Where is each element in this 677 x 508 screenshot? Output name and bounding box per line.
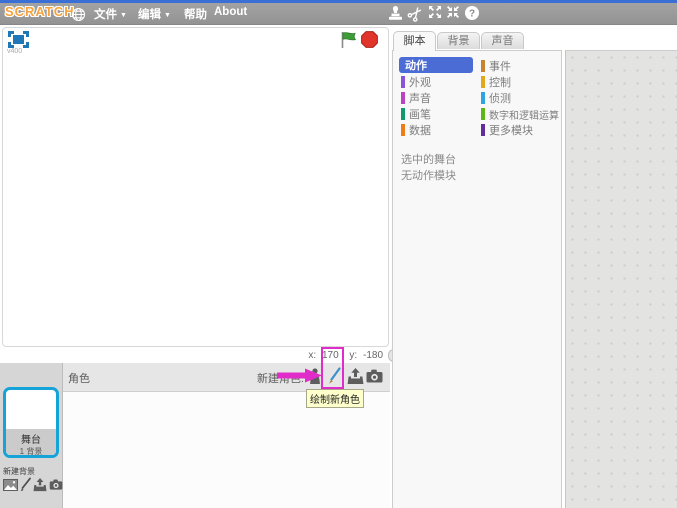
mouse-coordinates: x: 170 y: -180: [305, 350, 383, 361]
category-pen-label: 画笔: [409, 106, 431, 122]
green-flag-icon[interactable]: [340, 31, 358, 54]
sprite-pane-title: 角色: [68, 370, 90, 386]
menu-file-label: 文件: [94, 9, 117, 21]
annotation-highlight-rect: [321, 347, 344, 389]
category-sound-label: 声音: [409, 90, 431, 106]
camera-sprite-icon[interactable]: [365, 366, 383, 386]
category-sound-swatch: [401, 92, 405, 104]
palette-selection-title: 选中的舞台: [401, 151, 456, 167]
delete-scissors-icon[interactable]: [408, 5, 424, 21]
category-looks-label: 外观: [409, 74, 431, 90]
tab-backdrops[interactable]: 背景: [437, 32, 480, 49]
backdrop-library-icon[interactable]: [3, 477, 18, 492]
scratch-editor-window: SCRATCH 文件▼ 编辑▼ 帮助 About: [0, 0, 677, 508]
coord-x-label: x:: [308, 350, 316, 361]
category-motion[interactable]: 动作: [399, 57, 473, 73]
category-control-label: 控制: [489, 74, 511, 90]
language-globe-icon[interactable]: [71, 7, 86, 27]
duplicate-stamp-icon[interactable]: [388, 5, 404, 21]
category-operators-swatch: [481, 108, 485, 120]
category-more-blocks[interactable]: 更多模块: [481, 123, 533, 137]
menu-edit[interactable]: 编辑▼: [138, 6, 171, 22]
category-events[interactable]: 事件: [481, 59, 511, 73]
menu-about[interactable]: About: [214, 6, 247, 18]
category-operators-label: 数字和逻辑运算: [489, 107, 559, 122]
menu-file[interactable]: 文件▼: [94, 6, 127, 22]
menu-about-label: About: [214, 6, 247, 18]
stage-thumbnail-label: 舞台 1 背景: [6, 429, 56, 455]
coord-y-value: -180: [363, 350, 383, 361]
grow-icon[interactable]: [428, 5, 444, 21]
category-data-label: 数据: [409, 122, 431, 138]
backdrop-count: 1 背景: [6, 446, 56, 457]
category-sound[interactable]: 声音: [401, 91, 431, 105]
new-backdrop-label: 新建背景: [3, 466, 35, 477]
block-help-icon[interactable]: ?: [464, 5, 480, 21]
scripts-workspace[interactable]: [565, 50, 677, 508]
category-control-swatch: [481, 76, 485, 88]
category-events-label: 事件: [489, 58, 511, 74]
category-operators[interactable]: 数字和逻辑运算: [481, 107, 559, 121]
category-sensing[interactable]: 侦测: [481, 91, 511, 105]
tab-scripts[interactable]: 脚本: [393, 31, 436, 51]
stop-sign-icon[interactable]: [361, 31, 378, 53]
category-pen[interactable]: 画笔: [401, 107, 431, 121]
caret-down-icon: ▼: [120, 12, 127, 19]
annotation-arrow-icon: [277, 368, 323, 388]
category-control[interactable]: 控制: [481, 75, 511, 89]
category-looks[interactable]: 外观: [401, 75, 431, 89]
tab-sounds[interactable]: 声音: [481, 32, 524, 49]
upload-sprite-icon[interactable]: [346, 366, 364, 386]
svg-text:?: ?: [469, 9, 475, 20]
paint-new-backdrop-icon[interactable]: [18, 477, 33, 492]
coord-y-label: y:: [349, 350, 357, 361]
version-label: v400: [7, 48, 22, 55]
stage-name: 舞台: [6, 431, 56, 446]
block-palette: 动作 外观 声音 画笔 数据 事件 控制 侦测: [392, 50, 562, 508]
stage-canvas[interactable]: [2, 27, 389, 347]
palette-empty-message: 无动作模块: [401, 167, 456, 183]
scratch-logo: SCRATCH: [5, 4, 75, 19]
paint-new-sprite-tooltip: 绘制新角色: [306, 389, 364, 408]
category-more-blocks-label: 更多模块: [489, 122, 533, 138]
camera-backdrop-icon[interactable]: [48, 477, 63, 492]
shrink-icon[interactable]: [446, 5, 462, 21]
category-sensing-swatch: [481, 92, 485, 104]
category-more-blocks-swatch: [481, 124, 485, 136]
menu-help[interactable]: 帮助: [184, 6, 207, 22]
category-data-swatch: [401, 124, 405, 136]
upload-backdrop-icon[interactable]: [32, 477, 47, 492]
category-motion-label: 动作: [405, 57, 427, 73]
category-sensing-label: 侦测: [489, 90, 511, 106]
menu-edit-label: 编辑: [138, 9, 161, 21]
sprite-list-area[interactable]: [63, 392, 390, 508]
caret-down-icon: ▼: [164, 12, 171, 19]
category-events-swatch: [481, 60, 485, 72]
category-data[interactable]: 数据: [401, 123, 431, 137]
stage-thumbnail[interactable]: 舞台 1 背景: [3, 387, 59, 458]
category-looks-swatch: [401, 76, 405, 88]
category-pen-swatch: [401, 108, 405, 120]
menu-help-label: 帮助: [184, 9, 207, 21]
